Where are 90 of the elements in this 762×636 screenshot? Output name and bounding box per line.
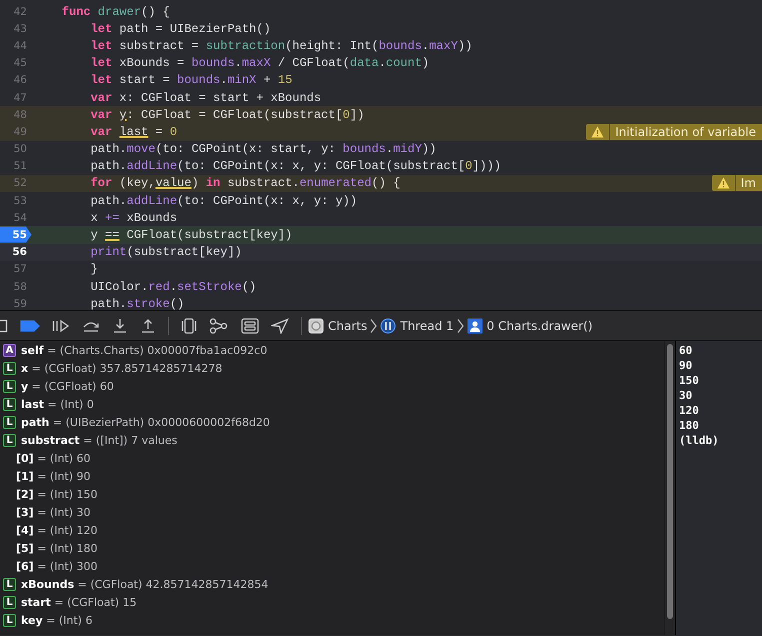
scope-badge: L — [3, 416, 16, 428]
variable-entry[interactable]: x = (CGFloat) 357.85714285714278 — [21, 362, 222, 374]
console-line: 30 — [679, 388, 694, 403]
variable-entry[interactable]: [6] = (Int) 300 — [16, 560, 98, 572]
scope-badge: L — [3, 362, 16, 374]
console-line: 180 — [679, 418, 700, 433]
code-line: path.addLine(to: CGPoint(x: x, y: CGFloat(substract[0]))) — [90, 159, 502, 174]
breadcrumb-item[interactable]: 0 Charts.drawer() — [466, 318, 593, 334]
code-line: let xBounds = bounds.maxX / CGFloat(data.count) — [90, 56, 430, 70]
console-line: (lldb) — [679, 433, 720, 448]
breakpoint-toggle-icon[interactable] — [20, 318, 40, 334]
code-line: func drawer() { — [60, 4, 170, 19]
warning-badge[interactable]: Im — [712, 175, 762, 192]
person-icon — [466, 318, 483, 334]
line-number: 53 — [14, 194, 27, 207]
line-number: 49 — [14, 126, 27, 138]
code-line: var y: CGFloat = CGFloat(substract[0]) — [90, 108, 364, 122]
chevron-icon — [456, 318, 464, 334]
variable-entry[interactable]: [1] = (Int) 90 — [16, 470, 91, 482]
console-line: 150 — [679, 373, 700, 388]
code-line: var last = 0 — [90, 124, 178, 139]
warning-icon — [591, 126, 604, 138]
panel-toggle-icon[interactable] — [0, 318, 8, 334]
console-line: 60 — [679, 343, 694, 358]
step-into-icon[interactable] — [112, 318, 128, 334]
variable-entry[interactable]: xBounds = (CGFloat) 42.857142857142854 — [21, 578, 268, 590]
variable-entry[interactable]: [2] = (Int) 150 — [16, 488, 98, 500]
scope-badge: A — [3, 344, 16, 356]
code-line: path.addLine(to: CGPoint(x: x, y: y)) — [90, 194, 358, 208]
line-number: 48 — [14, 108, 27, 121]
code-line: let substract = subtraction(height: Int(bounds.maxY)) — [90, 38, 472, 53]
variable-entry[interactable]: path = (UIBezierPath) 0x0000600002f68d20 — [21, 416, 270, 428]
line-number: 52 — [14, 177, 27, 190]
variable-entry[interactable]: [0] = (Int) 60 — [16, 452, 91, 464]
scope-badge: L — [3, 380, 16, 392]
step-out-icon[interactable] — [140, 318, 156, 334]
code-line: } — [90, 262, 98, 276]
breadcrumb-item[interactable]: Thread 1 — [380, 318, 454, 334]
app-icon — [308, 318, 324, 334]
line-number: 45 — [14, 57, 27, 70]
line-number: 51 — [14, 160, 27, 172]
variable-entry[interactable]: start = (CGFloat) 15 — [21, 596, 137, 608]
warning-icon — [716, 177, 730, 190]
code-line: path.move(to: CGPoint(x: start, y: bounds.midY)) — [90, 142, 436, 156]
variable-entry[interactable]: [5] = (Int) 180 — [16, 542, 98, 554]
line-number: 46 — [14, 74, 27, 86]
view-hierarchy-icon[interactable] — [181, 318, 197, 334]
breadcrumb-item[interactable]: Charts — [308, 318, 368, 334]
code-line: UIColor.red.setStroke() — [90, 280, 256, 294]
line-number: 58 — [14, 280, 27, 293]
variable-entry[interactable]: self = (Charts.Charts) 0x00007fba1ac092c0 — [21, 344, 268, 356]
continue-icon[interactable] — [52, 318, 70, 334]
scope-badge: L — [3, 434, 16, 446]
variable-entry[interactable]: key = (Int) 6 — [21, 614, 92, 626]
line-number: 43 — [14, 22, 27, 35]
line-number: 42 — [14, 6, 27, 18]
thread-icon — [380, 318, 396, 334]
variable-entry[interactable]: last = (Int) 0 — [21, 398, 94, 410]
code-line: path.stroke() — [90, 296, 184, 310]
variable-entry[interactable]: [4] = (Int) 120 — [16, 524, 98, 536]
line-number: 57 — [14, 263, 27, 276]
console-line: 120 — [679, 403, 700, 418]
line-number: 55 — [12, 229, 27, 242]
line-number: 54 — [14, 212, 27, 224]
code-line: print(substract[key]) — [90, 245, 242, 260]
scope-badge: L — [3, 398, 16, 410]
line-number: 50 — [14, 143, 27, 156]
location-icon[interactable] — [271, 318, 289, 334]
code-line: x += xBounds — [90, 210, 178, 225]
code-line: let path = UIBezierPath() — [90, 22, 271, 36]
code-line: var x: CGFloat = start + xBounds — [90, 90, 322, 105]
memory-graph-icon[interactable] — [209, 318, 229, 334]
environment-overrides-icon[interactable] — [241, 318, 259, 334]
variable-entry[interactable]: y = (CGFloat) 60 — [21, 380, 114, 392]
line-number: 56 — [12, 246, 27, 258]
scrollbar[interactable] — [664, 341, 675, 635]
scope-badge: L — [3, 578, 16, 590]
line-number: 44 — [14, 40, 27, 52]
scope-badge: L — [3, 596, 16, 608]
warning-badge[interactable]: Initialization of variable — [586, 124, 762, 140]
variable-entry[interactable]: substract = ([Int]) 7 values — [21, 434, 178, 446]
scope-badge: L — [3, 614, 16, 626]
console-line: 90 — [679, 358, 694, 373]
line-number: 47 — [14, 92, 27, 104]
chevron-icon — [370, 318, 378, 334]
variable-entry[interactable]: [3] = (Int) 30 — [16, 506, 91, 518]
code-line: let start = bounds.minX + 15 — [90, 73, 292, 88]
code-line: for (key,value) in substract.enumerated() { — [90, 176, 400, 190]
code-line: y == CGFloat(substract[key]) — [90, 228, 292, 242]
line-number: 59 — [14, 298, 27, 310]
